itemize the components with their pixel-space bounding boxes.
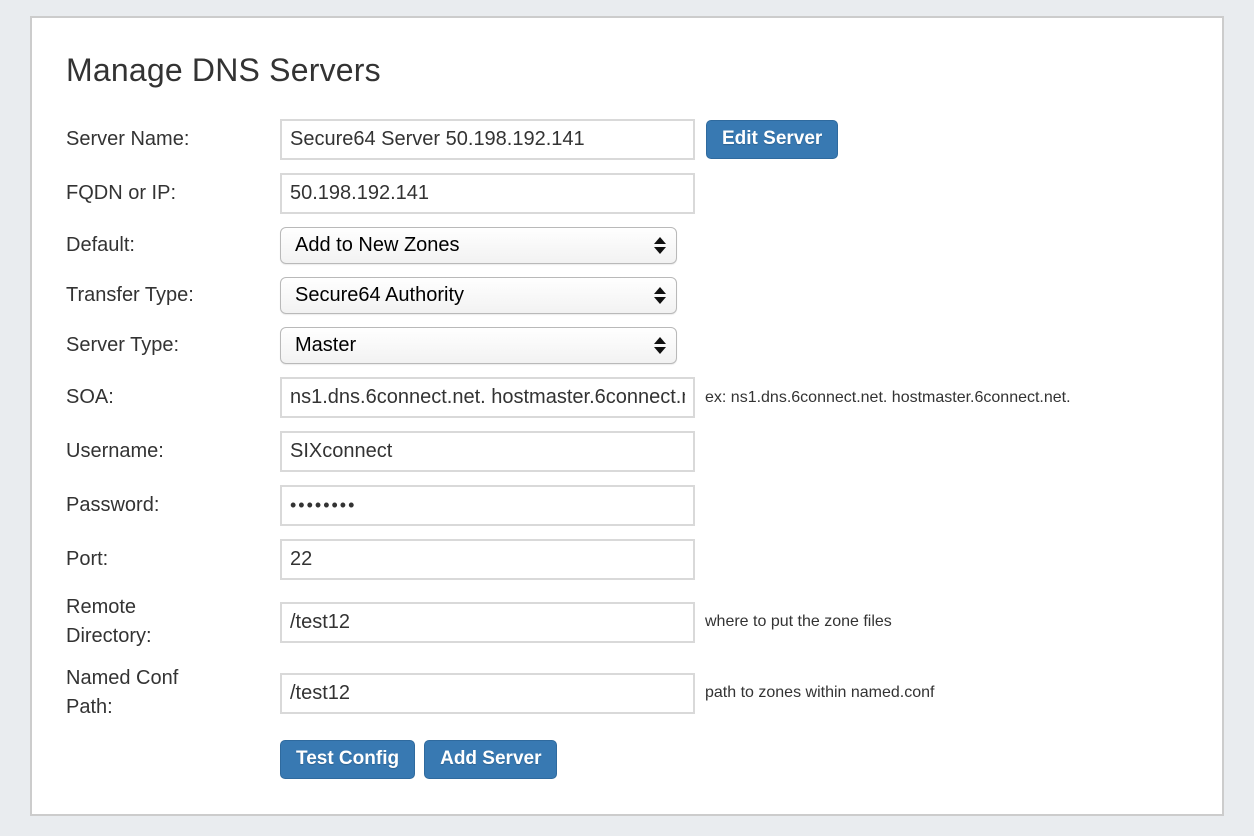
soa-label: SOA: [66, 383, 216, 412]
soa-row: SOA: ex: ns1.dns.6connect.net. hostmaste… [66, 377, 1188, 418]
named-conf-path-row: Named Conf Path: path to zones within na… [66, 664, 1188, 722]
username-input[interactable] [280, 431, 695, 472]
remote-directory-label: Remote Directory: [66, 593, 216, 651]
transfer-type-select-value: Secure64 Authority [295, 284, 464, 307]
transfer-type-label: Transfer Type: [66, 281, 216, 310]
add-server-button[interactable]: Add Server [424, 740, 557, 779]
edit-server-button[interactable]: Edit Server [706, 120, 838, 159]
form-actions: Test Config Add Server [280, 740, 1188, 779]
password-input[interactable] [280, 485, 695, 526]
password-label: Password: [66, 491, 216, 520]
fqdn-label: FQDN or IP: [66, 179, 216, 208]
port-input[interactable] [280, 539, 695, 580]
soa-hint: ex: ns1.dns.6connect.net. hostmaster.6co… [705, 389, 1071, 407]
named-conf-path-label: Named Conf Path: [66, 664, 216, 722]
test-config-button[interactable]: Test Config [280, 740, 415, 779]
fqdn-input[interactable] [280, 173, 695, 214]
server-name-label: Server Name: [66, 125, 216, 154]
port-label: Port: [66, 545, 216, 574]
port-row: Port: [66, 539, 1188, 580]
remote-directory-hint: where to put the zone files [705, 613, 892, 631]
soa-input[interactable] [280, 377, 695, 418]
server-type-row: Server Type: Master [66, 327, 1188, 364]
default-select[interactable]: Add to New Zones [280, 227, 677, 264]
username-label: Username: [66, 437, 216, 466]
server-type-select[interactable]: Master [280, 327, 677, 364]
default-label: Default: [66, 231, 216, 260]
username-row: Username: [66, 431, 1188, 472]
server-type-select-value: Master [295, 334, 356, 357]
named-conf-path-input[interactable] [280, 673, 695, 714]
server-type-label: Server Type: [66, 331, 216, 360]
server-name-row: Server Name: Edit Server [66, 119, 1188, 160]
page-title: Manage DNS Servers [66, 52, 1188, 89]
select-stepper-icon [654, 287, 666, 304]
select-stepper-icon [654, 237, 666, 254]
select-stepper-icon [654, 337, 666, 354]
fqdn-row: FQDN or IP: [66, 173, 1188, 214]
remote-directory-input[interactable] [280, 602, 695, 643]
remote-directory-row: Remote Directory: where to put the zone … [66, 593, 1188, 651]
default-row: Default: Add to New Zones [66, 227, 1188, 264]
named-conf-path-hint: path to zones within named.conf [705, 684, 934, 702]
transfer-type-row: Transfer Type: Secure64 Authority [66, 277, 1188, 314]
transfer-type-select[interactable]: Secure64 Authority [280, 277, 677, 314]
default-select-value: Add to New Zones [295, 234, 460, 257]
manage-dns-servers-panel: Manage DNS Servers Server Name: Edit Ser… [30, 16, 1224, 816]
server-name-input[interactable] [280, 119, 695, 160]
password-row: Password: [66, 485, 1188, 526]
